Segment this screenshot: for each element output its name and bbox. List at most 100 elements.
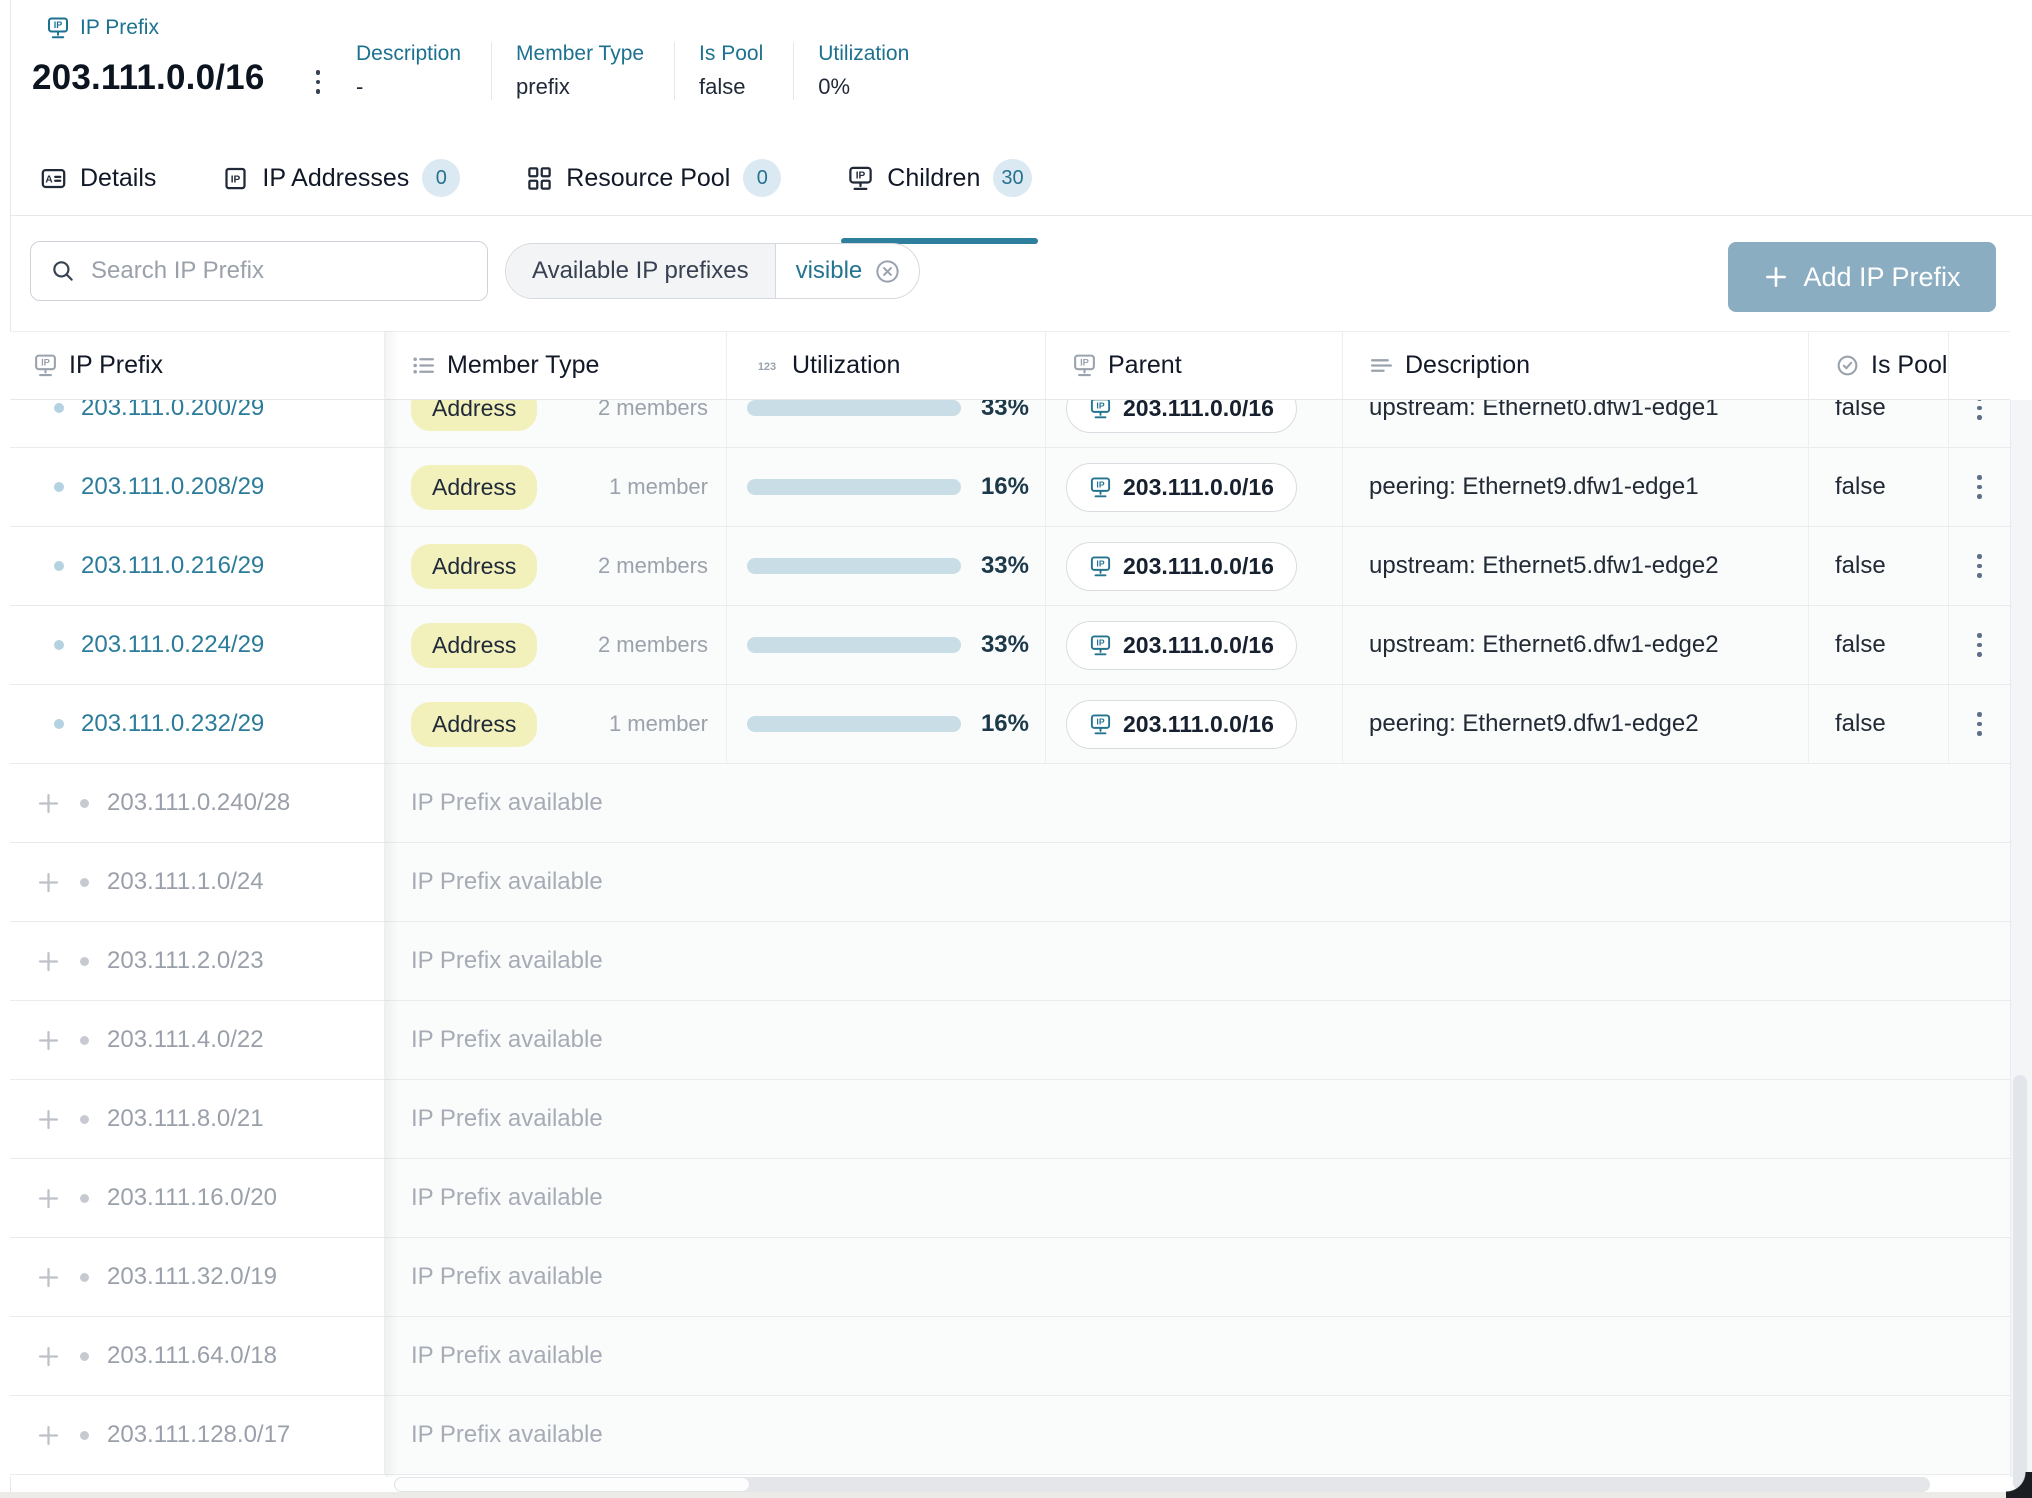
tab-count-badge: 30 xyxy=(993,159,1031,197)
tab-label: Resource Pool xyxy=(566,164,730,193)
parent-pill[interactable]: 203.111.0.0/16 xyxy=(1066,463,1297,512)
available-prefix-row[interactable]: 203.111.128.0/17 IP Prefix available xyxy=(10,1396,2010,1475)
tab-label: Details xyxy=(80,164,156,193)
window-corner xyxy=(2006,1472,2032,1498)
table-row[interactable]: 203.111.0.208/29 Address 1 member 16% 20… xyxy=(10,448,2010,527)
utilization-bar xyxy=(747,637,961,653)
column-header-member-type[interactable]: Member Type xyxy=(384,332,726,399)
horizontal-scrollbar-thumb[interactable] xyxy=(394,1477,750,1492)
column-label: Is Pool xyxy=(1871,351,1947,380)
add-child-prefix-icon[interactable] xyxy=(35,1343,62,1370)
tab-children[interactable]: Children 30 xyxy=(847,140,1031,216)
available-prefix-row[interactable]: 203.111.4.0/22 IP Prefix available xyxy=(10,1001,2010,1080)
prefix-link[interactable]: 203.111.0.208/29 xyxy=(81,473,264,501)
meta-label: Utilization xyxy=(818,42,909,66)
parent-pill[interactable]: 203.111.0.0/16 xyxy=(1066,400,1297,433)
status-dot xyxy=(54,482,64,492)
available-label: IP Prefix available xyxy=(384,922,2010,1000)
row-kebab-menu-icon[interactable] xyxy=(1969,704,1990,744)
available-prefix: 203.111.1.0/24 xyxy=(107,868,264,896)
row-kebab-menu-icon[interactable] xyxy=(1969,546,1990,586)
table-row[interactable]: 203.111.0.232/29 Address 1 member 16% 20… xyxy=(10,685,2010,764)
status-dot xyxy=(80,1273,89,1282)
utilization-percent: 16% xyxy=(981,473,1029,501)
filter-chip-value: visible xyxy=(796,257,863,285)
tab-resource-pool[interactable]: Resource Pool 0 xyxy=(526,140,781,216)
ip-prefix-icon xyxy=(1089,634,1112,657)
add-child-prefix-icon[interactable] xyxy=(35,1185,62,1212)
breadcrumb[interactable]: IP Prefix xyxy=(46,16,159,40)
column-header-ip-prefix[interactable]: IP Prefix xyxy=(10,332,384,399)
available-prefix: 203.111.64.0/18 xyxy=(107,1342,277,1370)
column-header-actions xyxy=(1948,332,2010,399)
available-prefix-row[interactable]: 203.111.8.0/21 IP Prefix available xyxy=(10,1080,2010,1159)
add-child-prefix-icon[interactable] xyxy=(35,1106,62,1133)
utilization-percent: 33% xyxy=(981,631,1029,659)
table-header: IP Prefix Member Type 123 Utilization Pa… xyxy=(10,331,2010,400)
tab-ip-addresses[interactable]: IP IP Addresses 0 xyxy=(222,140,460,216)
ip-prefix-icon xyxy=(847,165,874,192)
column-header-is-pool[interactable]: Is Pool xyxy=(1808,332,1948,399)
title-kebab-menu-icon[interactable] xyxy=(300,62,336,102)
available-prefix-row[interactable]: 203.111.1.0/24 IP Prefix available xyxy=(10,843,2010,922)
column-header-parent[interactable]: Parent xyxy=(1045,332,1342,399)
add-ip-prefix-button[interactable]: Add IP Prefix xyxy=(1728,242,1996,312)
add-child-prefix-icon[interactable] xyxy=(35,869,62,896)
available-prefix-row[interactable]: 203.111.0.240/28 IP Prefix available xyxy=(10,764,2010,843)
add-child-prefix-icon[interactable] xyxy=(35,948,62,975)
tab-bar: A Details IP IP Addresses 0 Resource Poo… xyxy=(40,140,1032,216)
vertical-scrollbar-thumb[interactable] xyxy=(2013,1075,2027,1490)
parent-pill[interactable]: 203.111.0.0/16 xyxy=(1066,542,1297,591)
column-header-description[interactable]: Description xyxy=(1342,332,1808,399)
table-row[interactable]: 203.111.0.216/29 Address 2 members 33% 2… xyxy=(10,527,2010,606)
plus-icon xyxy=(1763,264,1789,290)
meta-description: Description - xyxy=(356,42,491,100)
meta-value: false xyxy=(699,74,763,100)
row-kebab-menu-icon[interactable] xyxy=(1969,625,1990,665)
prefix-link[interactable]: 203.111.0.224/29 xyxy=(81,631,264,659)
available-prefix-row[interactable]: 203.111.16.0/20 IP Prefix available xyxy=(10,1159,2010,1238)
ip-prefix-icon xyxy=(1089,400,1112,420)
member-type-badge: Address xyxy=(411,623,537,668)
prefix-link[interactable]: 203.111.0.200/29 xyxy=(81,400,264,422)
status-dot xyxy=(54,561,64,571)
available-prefix-row[interactable]: 203.111.32.0/19 IP Prefix available xyxy=(10,1238,2010,1317)
prefix-link[interactable]: 203.111.0.232/29 xyxy=(81,710,264,738)
ip-prefix-icon xyxy=(33,353,58,378)
row-kebab-menu-icon[interactable] xyxy=(1969,400,1990,428)
available-label: IP Prefix available xyxy=(384,1238,2010,1316)
add-child-prefix-icon[interactable] xyxy=(35,1422,62,1449)
remove-filter-icon[interactable] xyxy=(874,258,901,285)
meta-label: Member Type xyxy=(516,42,644,66)
filter-chip-available-prefixes[interactable]: Available IP prefixes visible xyxy=(505,243,920,299)
table-row[interactable]: 203.111.0.224/29 Address 2 members 33% 2… xyxy=(10,606,2010,685)
add-child-prefix-icon[interactable] xyxy=(35,1264,62,1291)
tab-label: Children xyxy=(887,164,980,193)
add-child-prefix-icon[interactable] xyxy=(35,1027,62,1054)
prefix-link[interactable]: 203.111.0.216/29 xyxy=(81,552,264,580)
svg-text:IP: IP xyxy=(231,174,241,185)
available-label: IP Prefix available xyxy=(384,1159,2010,1237)
parent-pill[interactable]: 203.111.0.0/16 xyxy=(1066,621,1297,670)
filter-chip-key: Available IP prefixes xyxy=(506,244,775,298)
add-child-prefix-icon[interactable] xyxy=(35,790,62,817)
parent-prefix: 203.111.0.0/16 xyxy=(1123,711,1274,738)
row-kebab-menu-icon[interactable] xyxy=(1969,467,1990,507)
status-dot xyxy=(54,640,64,650)
search-input[interactable] xyxy=(30,241,488,301)
parent-prefix: 203.111.0.0/16 xyxy=(1123,632,1274,659)
available-prefix-row[interactable]: 203.111.2.0/23 IP Prefix available xyxy=(10,922,2010,1001)
available-label: IP Prefix available xyxy=(384,1317,2010,1395)
tab-count-badge: 0 xyxy=(422,159,460,197)
clipped-row-region: 203.111.0.200/29 Address 2 members 33% 2… xyxy=(10,400,2010,448)
member-count: 2 members xyxy=(598,553,708,579)
status-dot xyxy=(80,957,89,966)
parent-prefix: 203.111.0.0/16 xyxy=(1123,474,1274,501)
column-header-utilization[interactable]: 123 Utilization xyxy=(726,332,1045,399)
tab-label: IP Addresses xyxy=(262,164,409,193)
table-row[interactable]: 203.111.0.200/29 Address 2 members 33% 2… xyxy=(10,400,2010,448)
available-prefix-row[interactable]: 203.111.64.0/18 IP Prefix available xyxy=(10,1317,2010,1396)
parent-pill[interactable]: 203.111.0.0/16 xyxy=(1066,700,1297,749)
tab-details[interactable]: A Details xyxy=(40,140,156,216)
add-button-label: Add IP Prefix xyxy=(1803,262,1960,293)
